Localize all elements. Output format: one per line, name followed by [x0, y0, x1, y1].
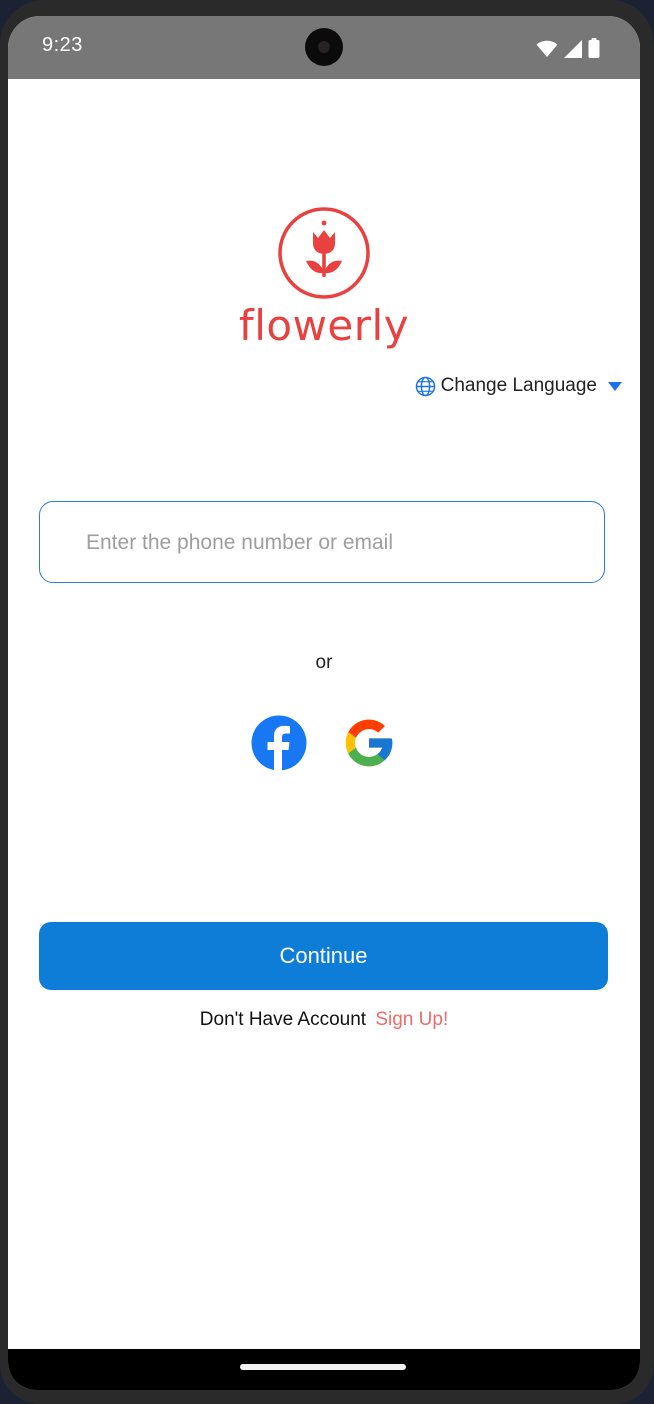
facebook-icon[interactable]	[251, 715, 307, 771]
globe-icon	[415, 376, 435, 396]
brand-wordmark: flowerly	[238, 301, 410, 350]
phone-screen: 9:23 flowerly Change Language Enter the …	[8, 16, 640, 1390]
cell-signal-icon	[564, 40, 582, 58]
change-language-button[interactable]: Change Language	[415, 375, 622, 397]
no-account-text: Don't Have Account	[199, 1009, 367, 1030]
status-time: 9:23	[42, 34, 83, 56]
login-screen: flowerly Change Language or	[8, 79, 640, 1349]
flowerly-logo-icon	[278, 207, 370, 299]
caret-down-icon	[608, 381, 622, 391]
status-bar: 9:23	[8, 16, 640, 79]
battery-icon	[588, 38, 600, 58]
social-login-row	[251, 715, 397, 771]
change-language-label: Change Language	[440, 375, 597, 396]
status-icons	[536, 36, 600, 58]
front-camera	[305, 28, 343, 66]
or-divider-text: or	[315, 652, 333, 673]
wifi-icon	[536, 40, 558, 57]
home-indicator[interactable]	[240, 1364, 406, 1370]
phone-email-field	[39, 501, 605, 584]
google-icon[interactable]	[341, 715, 397, 771]
continue-button[interactable]: Continue	[39, 922, 608, 990]
signup-prompt: Don't Have Account Sign Up!	[8, 1009, 640, 1031]
phone-email-input[interactable]	[84, 502, 588, 584]
device-frame: 9:23 flowerly Change Language Enter the …	[0, 0, 654, 1404]
navigation-bar	[8, 1349, 640, 1390]
sign-up-link[interactable]: Sign Up!	[375, 1009, 448, 1030]
